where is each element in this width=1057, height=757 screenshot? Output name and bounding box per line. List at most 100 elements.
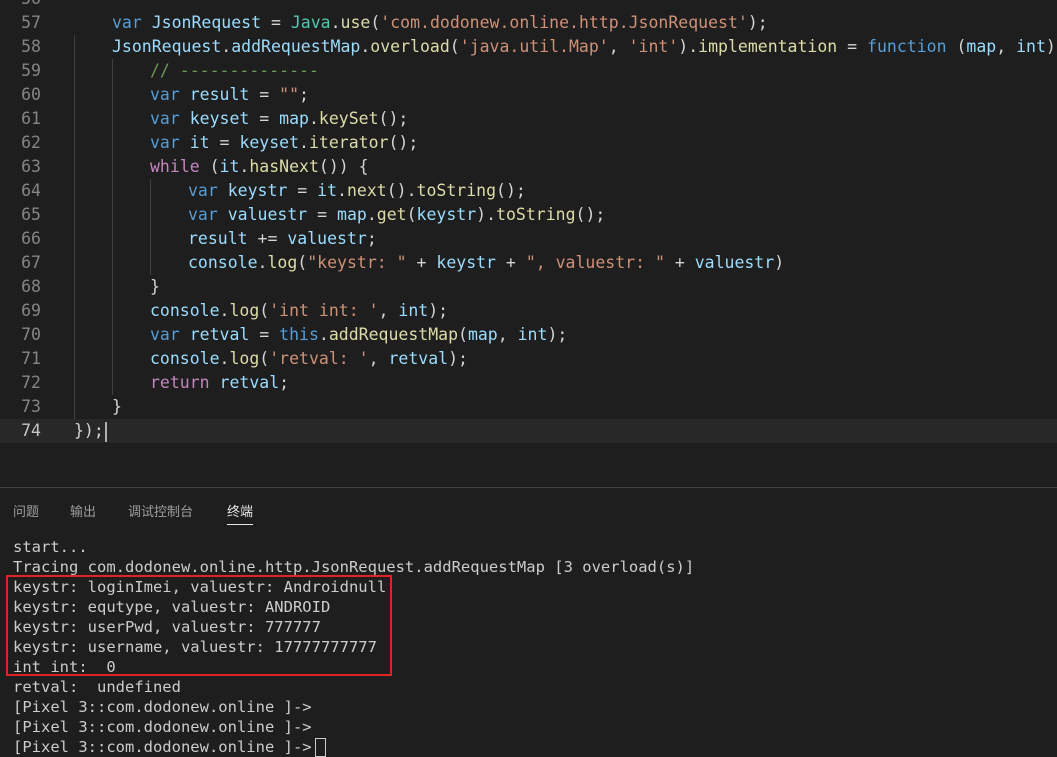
- tab-output[interactable]: 输出: [70, 504, 96, 522]
- code-token: retval: [388, 349, 449, 368]
- tab-debug-console[interactable]: 调试控制台: [128, 504, 193, 522]
- code-text: var valuestr = map.get(keystr).toString(…: [188, 203, 605, 227]
- terminal-line: [Pixel 3::com.dodonew.online ]->: [13, 697, 312, 717]
- code-token: console: [150, 301, 220, 320]
- tab-terminal[interactable]: 终端: [227, 504, 254, 525]
- code-token: ;: [366, 229, 377, 248]
- line-number: 65: [21, 205, 41, 224]
- code-token: var: [112, 13, 152, 32]
- code-line[interactable]: 64 var keystr = it.next().toString();: [0, 179, 1057, 203]
- code-token: retval: [219, 373, 280, 392]
- code-text: var keystr = it.next().toString();: [188, 179, 526, 203]
- code-token: map: [467, 325, 498, 344]
- code-token: ();: [575, 205, 606, 224]
- code-token: .: [337, 181, 347, 200]
- code-token: ,: [608, 37, 629, 56]
- code-token: =: [261, 13, 291, 32]
- code-token: +: [664, 253, 695, 272]
- code-token: (: [406, 205, 417, 224]
- code-token: .: [219, 301, 230, 320]
- code-text: });: [74, 419, 107, 443]
- code-token: (: [259, 301, 270, 320]
- code-line[interactable]: 72 return retval;: [0, 371, 1057, 395]
- terminal-cursor: [314, 738, 326, 757]
- code-token: console: [150, 349, 220, 368]
- code-token: next: [346, 181, 387, 200]
- code-line[interactable]: 68}: [0, 275, 1057, 299]
- code-token: map: [337, 205, 367, 224]
- code-line[interactable]: 58 JsonRequest.addRequestMap.overload('ja…: [0, 35, 1057, 59]
- code-line[interactable]: 59 // --------------: [0, 59, 1057, 83]
- code-line[interactable]: 74});: [0, 419, 1057, 443]
- indent-guide: [74, 35, 75, 419]
- code-token: toString: [416, 181, 497, 200]
- code-token: );: [547, 325, 568, 344]
- code-line[interactable]: 67 console.log("keystr: " + keystr + ", v…: [0, 251, 1057, 275]
- code-token: keyset: [189, 109, 250, 128]
- code-token: // --------------: [150, 61, 319, 80]
- code-line[interactable]: 57 var JsonRequest = Java.use('com.dodone…: [0, 11, 1057, 35]
- line-number: 58: [21, 37, 41, 56]
- code-line[interactable]: 62 var it = keyset.iterator();: [0, 131, 1057, 155]
- code-token: JsonRequest: [112, 37, 222, 56]
- code-line[interactable]: 63 while (it.hasNext()) {: [0, 155, 1057, 179]
- code-token: ();: [378, 109, 409, 128]
- line-number: 66: [21, 229, 41, 248]
- indent-guide: [112, 59, 113, 395]
- panel-tabs: 问题 输出 调试控制台 终端: [0, 488, 1057, 528]
- code-text: JsonRequest.addRequestMap.overload('java…: [112, 35, 1057, 59]
- code-token: "": [279, 85, 300, 104]
- code-editor[interactable]: 5657var JsonRequest = Java.use('com.dodo…: [0, 0, 1057, 487]
- code-token: ()) {: [318, 157, 369, 176]
- code-token: (: [297, 253, 308, 272]
- line-number: 61: [21, 109, 41, 128]
- code-token: overload: [370, 37, 450, 56]
- code-text: result += valuestr;: [188, 227, 377, 251]
- code-token: (: [458, 325, 468, 344]
- code-line[interactable]: 61 var keyset = map.keySet();: [0, 107, 1057, 131]
- code-line[interactable]: 70 var retval = this.addRequestMap(map, i…: [0, 323, 1057, 347]
- terminal-line: retval: undefined: [13, 677, 181, 697]
- code-token: this: [279, 325, 319, 344]
- code-token: function: [867, 37, 947, 56]
- code-token: ;: [299, 85, 309, 104]
- terminal-line: [Pixel 3::com.dodonew.online ]->: [13, 737, 326, 757]
- terminal-line-text: start...: [13, 538, 88, 556]
- terminal-line: start...: [13, 537, 88, 557]
- line-number: 68: [21, 277, 41, 296]
- code-token: var: [150, 85, 190, 104]
- code-token: ;: [279, 373, 290, 392]
- code-token: ,: [996, 37, 1017, 56]
- tab-problems[interactable]: 问题: [13, 504, 39, 522]
- line-number: 62: [21, 133, 41, 152]
- code-token: =: [837, 37, 868, 56]
- code-token: =: [249, 325, 280, 344]
- code-token: Java: [290, 13, 331, 32]
- code-token: log: [229, 349, 260, 368]
- code-line[interactable]: 69 console.log('int int: ', int);: [0, 299, 1057, 323]
- code-line[interactable]: 73}: [0, 395, 1057, 419]
- code-line[interactable]: 56: [0, 0, 1057, 11]
- code-line[interactable]: 60 var result = "";: [0, 83, 1057, 107]
- line-number: 67: [21, 253, 41, 272]
- code-text: }: [112, 395, 122, 419]
- code-line[interactable]: 65 var valuestr = map.get(keystr).toStrin…: [0, 203, 1057, 227]
- code-token: .: [221, 37, 232, 56]
- code-token: valuestr: [694, 253, 775, 272]
- code-token: }: [112, 397, 122, 416]
- code-token: var: [188, 181, 228, 200]
- code-line[interactable]: 66 result += valuestr;: [0, 227, 1057, 251]
- code-token: (: [199, 157, 220, 176]
- code-token: addRequestMap: [231, 37, 361, 56]
- line-number: 74: [21, 421, 41, 440]
- code-line[interactable]: 71 console.log('retval: ', retval);: [0, 347, 1057, 371]
- terminal-line-text: Tracing com.dodonew.online.http.JsonRequ…: [13, 558, 695, 576]
- code-token: =: [209, 133, 240, 152]
- code-text: var JsonRequest = Java.use('com.dodonew.…: [112, 11, 768, 35]
- code-token: ", valuestr: ": [525, 253, 665, 272]
- code-token: =: [287, 181, 318, 200]
- code-token: );: [448, 349, 468, 368]
- terminal-line-text: [Pixel 3::com.dodonew.online ]->: [13, 718, 312, 736]
- code-token: ();: [388, 133, 419, 152]
